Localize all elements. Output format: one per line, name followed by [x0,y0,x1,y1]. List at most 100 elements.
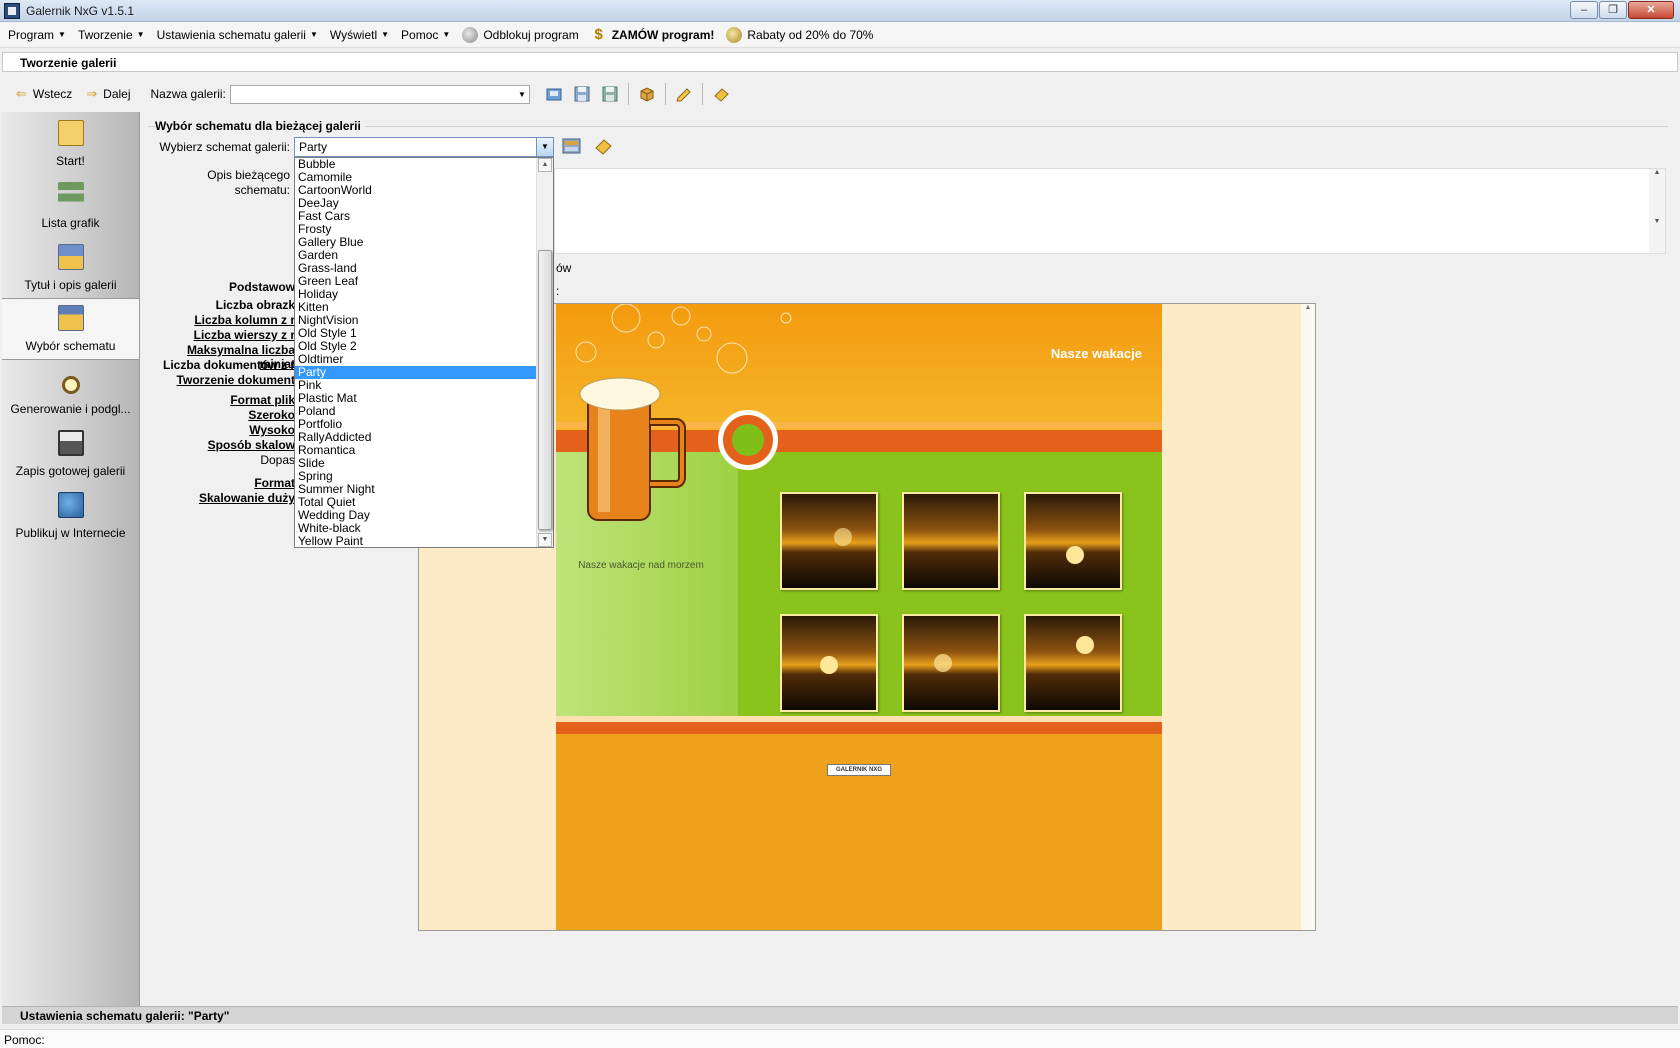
chevron-down-icon[interactable]: ▼ [536,138,553,156]
schema-option[interactable]: Garden [295,249,538,262]
schema-option[interactable]: Pink [295,379,538,392]
next-label: Dalej [103,87,131,101]
label-liczba-kolumn[interactable]: Liczba kolumn z r [150,313,295,327]
label-tworzenie-dokumentow[interactable]: Tworzenie dokument [150,373,295,387]
menu-ustawienia[interactable]: Ustawienia schematu galerii ▼ [157,28,318,42]
schema-option[interactable]: Slide [295,457,538,470]
back-label: Wstecz [32,87,73,101]
preview-scrollbar[interactable]: ▲ [1301,304,1315,930]
schema-option[interactable]: Portfolio [295,418,538,431]
pencil-icon[interactable] [674,84,694,104]
schema-option[interactable]: Plastic Mat [295,392,538,405]
eraser-icon[interactable] [711,84,731,104]
sidebar-item-start[interactable]: Start! [2,112,139,174]
gallery-name-combo[interactable]: ▼ [229,84,530,104]
maximize-button[interactable]: ❐ [1599,1,1627,19]
schema-option[interactable]: RallyAddicted [295,431,538,444]
schema-description-box[interactable]: ▲ ▼ [554,168,1666,254]
schema-option[interactable]: Party [295,366,538,379]
floppy-icon [57,430,84,456]
schema-option[interactable]: Green Leaf [295,275,538,288]
schema-option[interactable]: Gallery Blue [295,236,538,249]
scroll-down-icon[interactable]: ▼ [538,533,552,547]
schema-option[interactable]: Oldtimer [295,353,538,366]
schema-option[interactable]: Fast Cars [295,210,538,223]
scroll-up-icon[interactable]: ▲ [538,158,552,172]
sidebar-item-generowanie[interactable]: Generowanie i podgl... [2,360,139,422]
section-header: Tworzenie galerii [2,52,1678,72]
preview-band [556,722,1162,734]
start-icon [57,120,84,146]
description-scrollbar[interactable]: ▲ ▼ [1649,169,1665,253]
schema-option[interactable]: Summer Night [295,483,538,496]
schema-option[interactable]: Old Style 2 [295,340,538,353]
schema-option[interactable]: Holiday [295,288,538,301]
menu-rabaty[interactable]: Rabaty od 20% do 70% [726,26,873,43]
title-bar: Galernik NxG v1.5.1 – ❐ ✕ [0,0,1680,22]
schema-option[interactable]: Kitten [295,301,538,314]
schema-desc-label-2: schematu: [234,183,290,197]
label-wysokosc[interactable]: Wysoko [150,423,295,437]
sidebar-item-wybor-schematu[interactable]: Wybór schematu [2,298,139,360]
sidebar-item-tytul[interactable]: Tytuł i opis galerii [2,236,139,298]
schema-option[interactable]: Poland [295,405,538,418]
schema-selected-value: Party [299,140,328,154]
menu-odblokuj[interactable]: Odblokuj program [462,26,579,43]
label-skalowanie-duzych[interactable]: Skalowanie duży [150,491,295,505]
save-icon[interactable] [572,84,592,104]
save-as-icon[interactable] [600,84,620,104]
menu-zamow-label: ZAMÓW program! [611,27,715,42]
next-button[interactable]: ⇒ Dalej [86,86,130,102]
schema-option[interactable]: NightVision [295,314,538,327]
window-title: Galernik NxG v1.5.1 [26,4,135,18]
menu-odblokuj-label: Odblokuj program [483,27,579,42]
schema-option[interactable]: Romantica [295,444,538,457]
label-szerokosc[interactable]: Szeroko [150,408,295,422]
schema-option[interactable]: Bubble [295,158,538,171]
schema-dropdown-list[interactable]: Bubble Camomile CartoonWorld DeeJay Fast Car… [294,157,554,548]
sidebar-item-lista-grafik[interactable]: Lista grafik [2,174,139,236]
label-liczba-dokumentow: Liczba dokumentów z r [162,358,295,372]
minimize-button[interactable]: – [1570,1,1598,19]
window-controls: – ❐ ✕ [1570,1,1674,19]
dropdown-scrollbar[interactable]: ▲ ▼ [536,158,553,547]
box-icon[interactable] [637,84,657,104]
schema-option[interactable]: White-black [295,522,538,535]
schema-select-label: Wybierz schemat galerii: [159,140,290,154]
schema-select[interactable]: Party ▼ [294,137,554,157]
sidebar-item-label: Lista grafik [41,216,100,230]
schema-option[interactable]: DeeJay [295,197,538,210]
menu-pomoc[interactable]: Pomoc ▼ [401,28,450,42]
menu-zamow[interactable]: $ ZAMÓW program! [591,26,715,43]
schema-option[interactable]: Yellow Paint [295,535,538,548]
schema-edit-icon[interactable] [594,137,616,157]
menu-wyswietl[interactable]: Wyświetl ▼ [330,28,389,42]
open-gallery-icon[interactable] [544,84,564,104]
preview-thumbnail [1024,614,1122,712]
label-format[interactable]: Format [150,476,295,490]
schema-option[interactable]: Wedding Day [295,509,538,522]
menu-tworzenie-label: Tworzenie [77,27,133,42]
schema-option[interactable]: CartoonWorld [295,184,538,197]
label-dopasuj: Dopas [260,453,295,467]
scroll-thumb[interactable] [538,250,552,530]
caret-down-icon: ▼ [381,30,390,39]
menu-tworzenie[interactable]: Tworzenie ▼ [78,28,145,42]
label-sposob-skalowania[interactable]: Sposób skalow [150,438,295,452]
sidebar-item-publikuj[interactable]: Publikuj w Internecie [2,484,139,546]
schema-option[interactable]: Grass-land [295,262,538,275]
schema-option[interactable]: Camomile [295,171,538,184]
schema-preview-icon[interactable] [562,137,584,157]
schema-option[interactable]: Old Style 1 [295,327,538,340]
menu-program[interactable]: Program ▼ [8,28,66,42]
back-button[interactable]: ⇐ Wstecz [16,86,72,102]
schema-option[interactable]: Spring [295,470,538,483]
label-liczba-wierszy[interactable]: Liczba wierszy z r [150,328,295,342]
sidebar-item-zapis[interactable]: Zapis gotowej galerii [2,422,139,484]
label-format-pliku[interactable]: Format plik [150,393,295,407]
schema-option[interactable]: Frosty [295,223,538,236]
schema-option[interactable]: Total Quiet [295,496,538,509]
close-button[interactable]: ✕ [1628,1,1674,19]
toolbar: ⇐ Wstecz ⇒ Dalej Nazwa galerii: ▼ [0,76,1680,112]
schema-options: Bubble Camomile CartoonWorld DeeJay Fast Car… [295,158,538,548]
